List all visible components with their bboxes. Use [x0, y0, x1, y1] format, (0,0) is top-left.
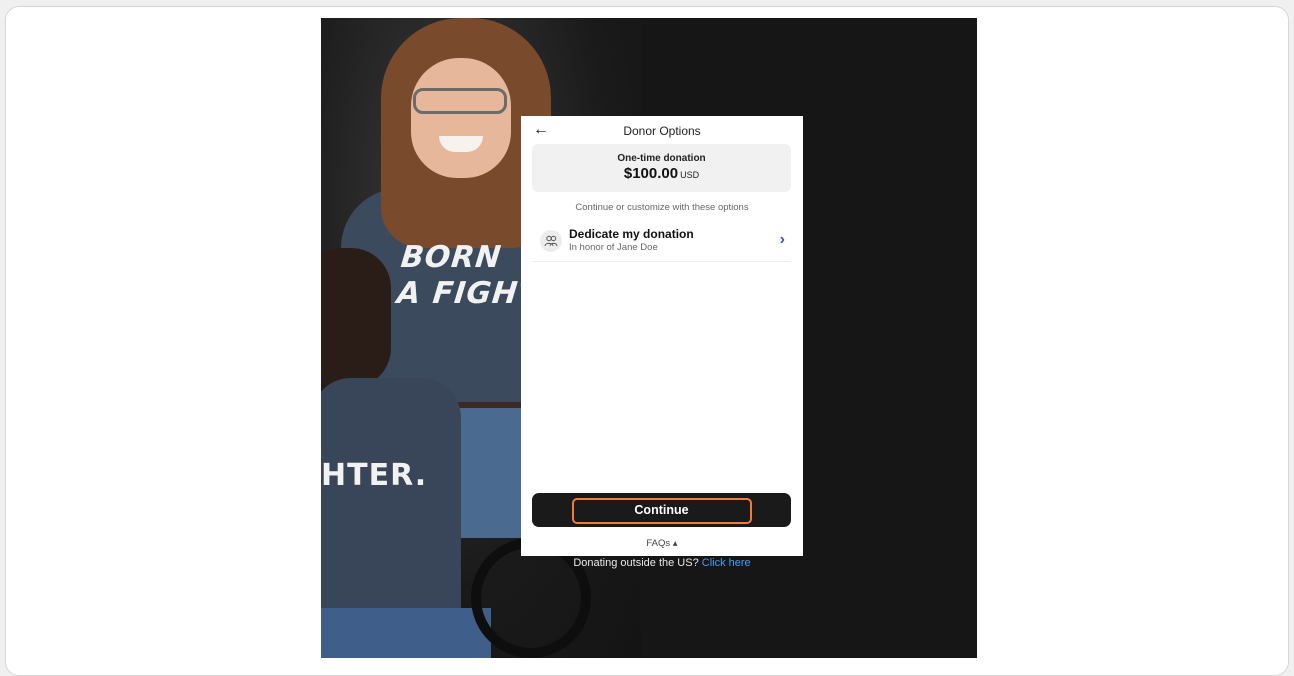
modal-header: ← Donor Options — [521, 116, 803, 144]
click-here-link[interactable]: Click here — [702, 557, 751, 569]
donation-type-label: One-time donation — [617, 153, 706, 164]
outside-us-note: Donating outside the US? Click here — [521, 557, 803, 569]
outside-us-text: Donating outside the US? — [573, 557, 699, 569]
currency-label: USD — [680, 170, 700, 180]
man-head — [321, 248, 391, 388]
amount-value: $100.00 — [623, 165, 679, 182]
donation-amount: $100.00 USD — [532, 165, 791, 182]
wheelchair-wheel — [471, 538, 591, 658]
donor-options-modal: ← Donor Options One-time donation $100.0… — [521, 116, 803, 556]
continue-label: Continue — [634, 503, 689, 517]
man-shirt-slogan: HTER. — [321, 458, 428, 493]
dedicate-donation-option[interactable]: Dedicate my donation In honor of Jane Do… — [532, 220, 791, 262]
faqs-toggle[interactable]: FAQs ▴ — [521, 538, 803, 549]
woman-face — [411, 58, 511, 178]
people-icon — [540, 230, 562, 252]
option-title: Dedicate my donation — [569, 227, 694, 241]
man-jeans — [321, 608, 491, 658]
modal-title: Donor Options — [623, 124, 701, 138]
glasses — [413, 88, 507, 114]
options-hint: Continue or customize with these options — [575, 202, 749, 213]
donation-summary: One-time donation $100.00 USD — [532, 144, 791, 192]
chevron-right-icon: › — [779, 231, 785, 248]
option-subtitle: In honor of Jane Doe — [569, 242, 658, 253]
continue-button[interactable]: Continue — [532, 493, 791, 527]
